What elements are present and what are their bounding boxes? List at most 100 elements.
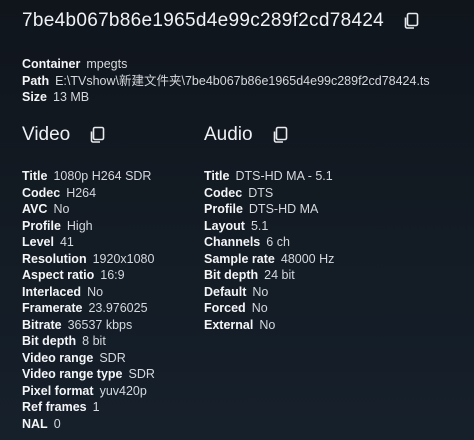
video-prop-value: SDR	[99, 350, 126, 365]
video-prop-value: 41	[59, 235, 74, 249]
audio-prop-label: Layout	[204, 218, 245, 233]
path-row: Path E:\TVshow\新建文件夹\7be4b067b86e1965d4e…	[22, 73, 430, 90]
video-prop-row: Level 41	[22, 234, 155, 251]
video-prop-label: Video range	[22, 350, 94, 365]
video-prop-value: 1080p H264 SDR	[53, 169, 152, 183]
video-section-header: Video	[22, 124, 108, 146]
video-prop-row: AVC No	[22, 201, 155, 218]
video-prop-label: Framerate	[22, 301, 83, 315]
audio-prop-value: DTS	[248, 185, 274, 200]
video-prop-row: Interlaced No	[22, 284, 155, 301]
file-metadata: Container mpegts Path E:\TVshow\新建文件夹\7b…	[22, 56, 430, 106]
video-prop-label: NAL	[22, 416, 48, 431]
audio-prop-value: DTS-HD MA	[248, 202, 319, 216]
size-value: 13 MB	[53, 90, 90, 104]
audio-prop-value: 5.1	[250, 218, 269, 233]
video-prop-label: Aspect ratio	[22, 268, 95, 282]
video-prop-label: Pixel format	[22, 383, 94, 398]
audio-prop-label: External	[204, 317, 254, 332]
video-prop-value: 8 bit	[82, 334, 106, 348]
audio-prop-row: Bit depth 24 bit	[204, 267, 334, 284]
audio-prop-row: Layout 5.1	[204, 218, 334, 235]
video-prop-value: 1	[92, 400, 100, 414]
audio-prop-value: 48000 Hz	[280, 251, 335, 266]
video-prop-label: Interlaced	[22, 284, 82, 299]
video-prop-value: 16:9	[100, 268, 125, 282]
audio-prop-value: 6 ch	[266, 235, 290, 249]
audio-prop-label: Default	[204, 284, 247, 299]
video-prop-label: Video range type	[22, 367, 123, 381]
copy-hash-button[interactable]	[400, 10, 422, 32]
container-row: Container mpegts	[22, 56, 430, 73]
audio-properties: Title DTS-HD MA - 5.1 Codec DTS Profile DTS…	[204, 168, 334, 333]
audio-prop-row: Default No	[204, 284, 334, 301]
audio-prop-label: Bit depth	[204, 268, 259, 282]
audio-prop-value: No	[259, 317, 276, 332]
path-value: E:\TVshow\新建文件夹\7be4b067b86e1965d4e99c28…	[55, 73, 430, 88]
video-prop-value: No	[87, 284, 104, 299]
video-prop-label: Bit depth	[22, 334, 77, 348]
copy-audio-button[interactable]	[269, 124, 291, 146]
audio-prop-label: Title	[204, 169, 230, 183]
container-label: Container	[22, 57, 81, 71]
audio-heading: Audio	[204, 124, 253, 145]
audio-prop-label: Codec	[204, 185, 243, 200]
video-prop-row: Bitrate 36537 kbps	[22, 317, 155, 334]
audio-prop-row: Title DTS-HD MA - 5.1	[204, 168, 334, 185]
audio-prop-row: Codec DTS	[204, 185, 334, 202]
video-prop-row: Bit depth 8 bit	[22, 333, 155, 350]
audio-prop-label: Profile	[204, 202, 243, 216]
video-prop-row: Video range type SDR	[22, 366, 155, 383]
video-prop-label: Resolution	[22, 251, 87, 266]
video-prop-row: Ref frames 1	[22, 399, 155, 416]
video-prop-value: 0	[53, 416, 61, 431]
audio-prop-value: DTS-HD MA - 5.1	[235, 169, 333, 183]
video-prop-label: Level	[22, 235, 54, 249]
audio-prop-row: Sample rate 48000 Hz	[204, 251, 334, 268]
copy-video-button[interactable]	[86, 124, 108, 146]
container-value: mpegts	[86, 57, 128, 71]
size-label: Size	[22, 90, 48, 104]
video-prop-value: High	[66, 218, 93, 233]
copy-icon	[404, 12, 419, 29]
audio-prop-row: Forced No	[204, 300, 334, 317]
audio-prop-row: External No	[204, 317, 334, 334]
video-prop-label: Profile	[22, 218, 61, 233]
audio-prop-value: No	[251, 301, 268, 315]
video-prop-row: Video range SDR	[22, 350, 155, 367]
video-prop-row: NAL 0	[22, 416, 155, 433]
audio-prop-label: Sample rate	[204, 251, 275, 266]
video-prop-value: SDR	[128, 367, 155, 381]
copy-icon	[273, 126, 287, 143]
video-prop-label: AVC	[22, 202, 48, 216]
video-prop-row: Title 1080p H264 SDR	[22, 168, 155, 185]
video-prop-label: Title	[22, 169, 48, 183]
video-prop-label: Codec	[22, 185, 61, 200]
copy-icon	[90, 126, 105, 143]
video-prop-label: Bitrate	[22, 317, 62, 332]
audio-prop-row: Profile DTS-HD MA	[204, 201, 334, 218]
file-hash-title: 7be4b067b86e1965d4e99c289f2cd78424	[22, 10, 385, 31]
video-prop-row: Pixel format yuv420p	[22, 383, 155, 400]
audio-section-header: Audio	[204, 124, 291, 146]
video-prop-value: 23.976025	[88, 301, 148, 315]
file-header: 7be4b067b86e1965d4e99c289f2cd78424	[22, 10, 422, 32]
video-prop-value: yuv420p	[99, 383, 147, 398]
video-prop-value: No	[53, 202, 70, 216]
audio-prop-value: No	[252, 284, 269, 299]
video-prop-row: Profile High	[22, 218, 155, 235]
audio-prop-label: Channels	[204, 235, 261, 249]
video-prop-row: Framerate 23.976025	[22, 300, 155, 317]
audio-prop-row: Channels 6 ch	[204, 234, 334, 251]
video-prop-value: H264	[66, 185, 97, 200]
video-prop-row: Resolution 1920x1080	[22, 251, 155, 268]
video-prop-value: 36537 kbps	[67, 317, 133, 332]
video-heading: Video	[22, 124, 71, 145]
video-prop-row: Codec H264	[22, 185, 155, 202]
video-prop-row: Aspect ratio 16:9	[22, 267, 155, 284]
path-label: Path	[22, 73, 50, 88]
audio-prop-label: Forced	[204, 301, 246, 315]
audio-prop-value: 24 bit	[264, 268, 295, 282]
video-prop-value: 1920x1080	[92, 251, 155, 266]
video-prop-label: Ref frames	[22, 400, 87, 414]
